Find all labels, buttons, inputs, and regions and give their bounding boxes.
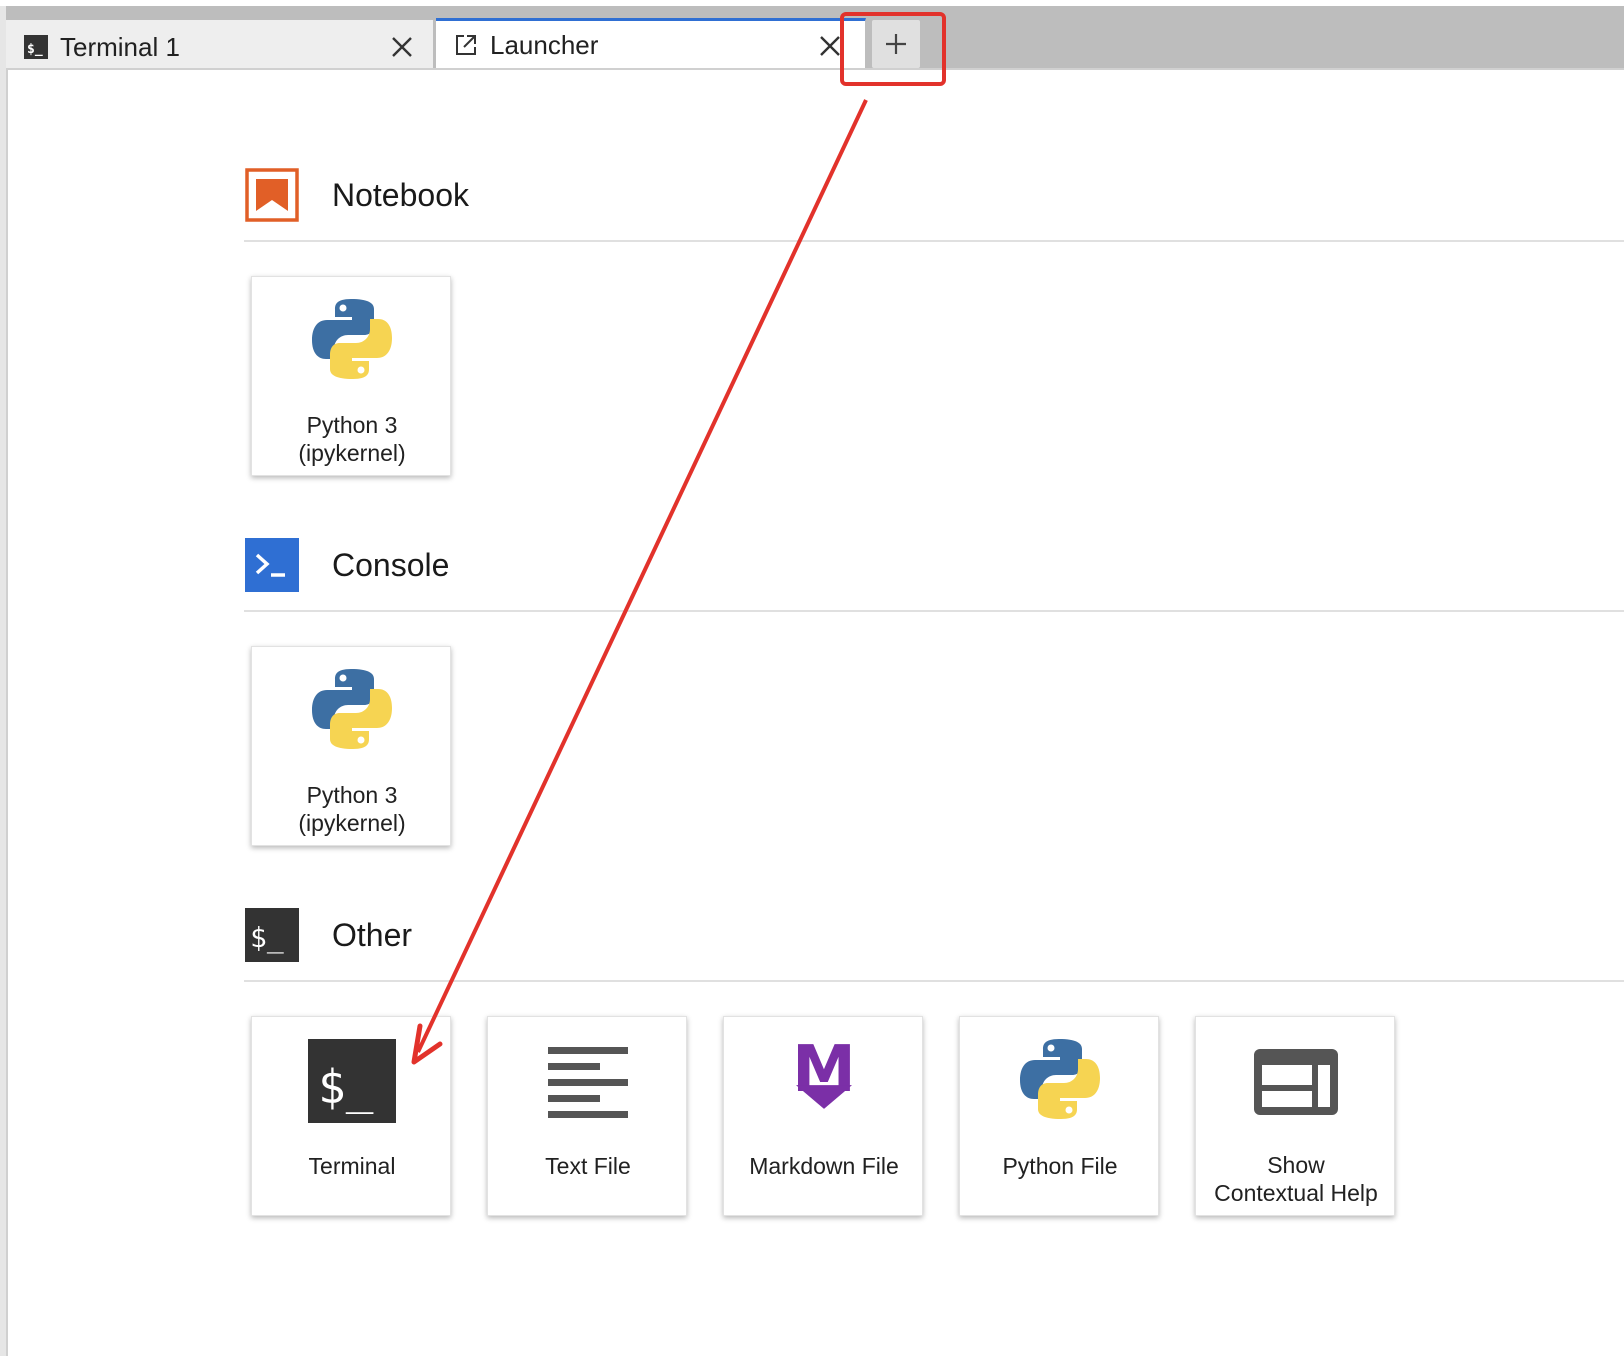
card-terminal[interactable]: $_ Terminal xyxy=(251,1016,451,1216)
card-label: Python 3 (ipykernel) xyxy=(298,782,406,836)
section-title: Console xyxy=(332,547,450,583)
tab-label: Terminal 1 xyxy=(60,32,180,62)
tab-launcher[interactable]: Launcher xyxy=(436,18,866,74)
card-markdown-file[interactable]: M Markdown File xyxy=(723,1016,923,1216)
card-label: Show Contextual Help xyxy=(1214,1152,1378,1206)
card-text-file[interactable]: Text File xyxy=(487,1016,687,1216)
markdown-icon: M xyxy=(792,1035,856,1109)
svg-text:$_: $_ xyxy=(27,42,43,57)
contextual-help-icon xyxy=(1254,1049,1338,1115)
card-label: Text File xyxy=(545,1153,631,1179)
terminal-icon: $_ xyxy=(308,1039,396,1123)
svg-text:$_: $_ xyxy=(250,921,284,955)
text-file-icon xyxy=(548,1047,628,1118)
tab-bar: $_ Terminal 1 Launcher xyxy=(6,6,1624,74)
terminal-icon: $_ xyxy=(24,35,48,59)
card-notebook-python3[interactable]: Python 3 (ipykernel) xyxy=(251,276,451,476)
card-console-python3[interactable]: Python 3 (ipykernel) xyxy=(251,646,451,846)
card-label: Markdown File xyxy=(749,1153,899,1179)
tab-label: Launcher xyxy=(490,30,599,60)
launcher-icon xyxy=(456,35,476,55)
tab-terminal-1[interactable]: $_ Terminal 1 xyxy=(6,20,434,74)
python-icon xyxy=(1020,1039,1100,1119)
section-divider xyxy=(244,610,1624,612)
card-label: Terminal xyxy=(308,1153,396,1179)
notebook-icon xyxy=(245,168,299,222)
section-title: Notebook xyxy=(332,177,469,213)
card-python-file[interactable]: Python File xyxy=(959,1016,1159,1216)
card-label: Python 3 (ipykernel) xyxy=(298,412,406,466)
card-show-contextual-help[interactable]: Show Contextual Help xyxy=(1195,1016,1395,1216)
section-title: Other xyxy=(332,917,413,953)
section-divider xyxy=(244,980,1624,982)
python-icon xyxy=(312,299,392,379)
svg-text:$_: $_ xyxy=(318,1060,374,1114)
annotation-highlight-box xyxy=(840,12,946,86)
console-icon xyxy=(245,538,299,592)
terminal-icon: $_ xyxy=(245,908,299,962)
close-icon[interactable] xyxy=(389,34,415,60)
card-label: Python File xyxy=(1002,1153,1118,1179)
section-divider xyxy=(244,240,1624,242)
python-icon xyxy=(312,669,392,749)
